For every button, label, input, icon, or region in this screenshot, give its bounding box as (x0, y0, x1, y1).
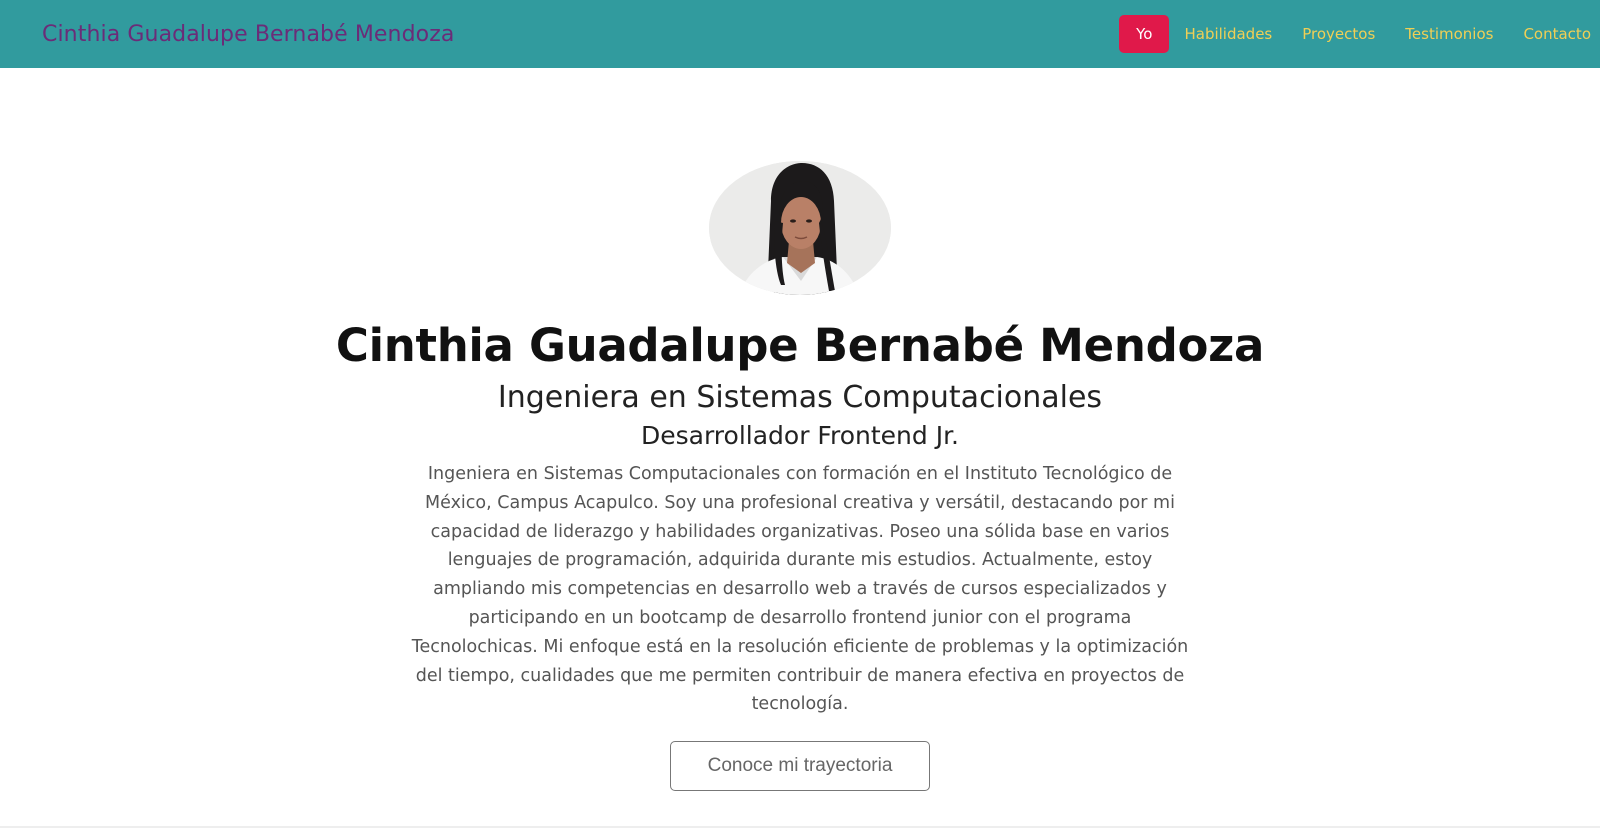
bio-paragraph: Ingeniera en Sistemas Computacionales co… (411, 464, 1189, 715)
navbar: Cinthia Guadalupe Bernabé Mendoza Yo Hab… (0, 0, 1600, 68)
profile-photo-illustration (709, 161, 891, 295)
nav-item-yo[interactable]: Yo (1119, 15, 1170, 53)
profile-photo (709, 161, 891, 295)
brand-link[interactable]: Cinthia Guadalupe Bernabé Mendoza (42, 22, 454, 47)
role-subtitle: Ingeniera en Sistemas Computacionales (497, 380, 1103, 415)
page-title: Cinthia Guadalupe Bernabé Mendoza (335, 319, 1265, 372)
position-subtitle: Desarrollador Frontend Jr. (640, 421, 960, 450)
nav-item-proyectos[interactable]: Proyectos (1287, 17, 1390, 51)
nav-item-testimonios[interactable]: Testimonios (1390, 17, 1508, 51)
nav-item-habilidades[interactable]: Habilidades (1169, 17, 1287, 51)
trajectory-button[interactable]: Conoce mi trayectoria (670, 741, 930, 792)
nav-item-contacto[interactable]: Contacto (1508, 17, 1600, 51)
hero-section: Cinthia Guadalupe Bernabé Mendoza Ingeni… (0, 68, 1600, 828)
section-divider (0, 826, 1600, 828)
nav-list: Yo Habilidades Proyectos Testimonios Con… (1119, 0, 1600, 68)
